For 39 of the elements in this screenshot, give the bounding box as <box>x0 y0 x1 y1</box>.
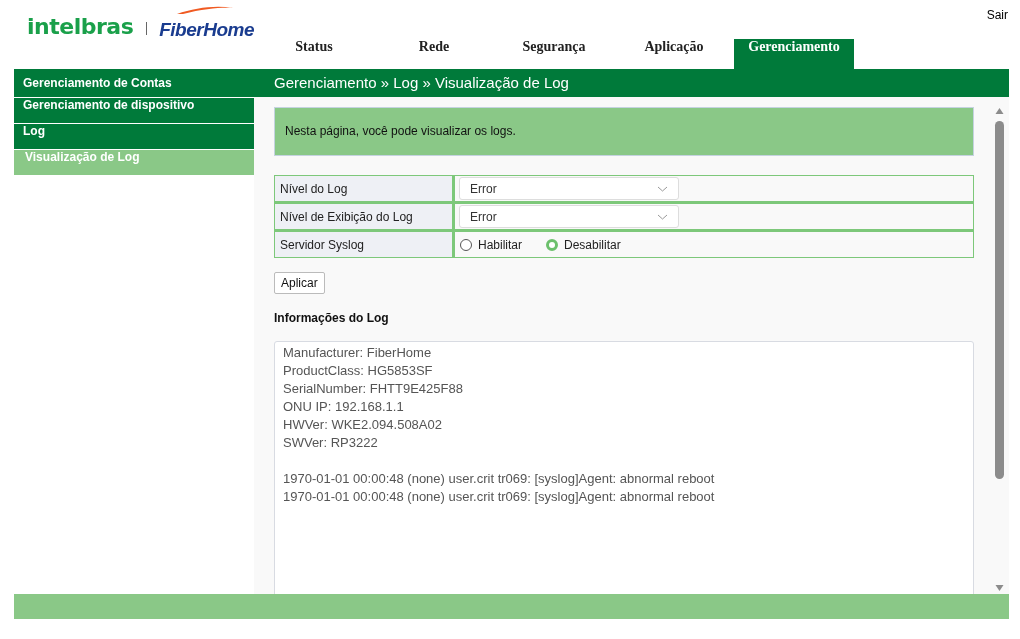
sidebar-item[interactable]: Log <box>14 123 254 149</box>
dropdown-select[interactable]: Error <box>459 177 679 200</box>
section-title: Informações do Log <box>274 311 390 325</box>
sidebar-item[interactable]: Gerenciamento de dispositivo <box>14 97 254 123</box>
apply-button[interactable]: Aplicar <box>274 272 325 294</box>
field-label: Nível do Log <box>274 175 454 202</box>
scroll-down-icon <box>995 584 1004 592</box>
sidebar-item[interactable]: Gerenciamento de Contas <box>14 69 254 97</box>
nav-tab[interactable]: Gerenciamento <box>734 39 854 69</box>
nav-tab[interactable]: Aplicação <box>614 39 734 69</box>
info-banner: Nesta página, você pode visualizar os logs. <box>274 107 974 156</box>
log-line: ONU IP: 192.168.1.1 <box>283 398 405 416</box>
log-line: 1970-01-01 00:00:48 (none) user.crit tr069: [syslog]Agent: abnormal reboot <box>283 488 716 506</box>
log-line: ProductClass: HG5853SF <box>283 362 434 380</box>
chevron-down-icon <box>657 185 668 192</box>
radio-label: Habilitar <box>478 237 522 252</box>
nav-tab[interactable]: Segurança <box>494 39 614 69</box>
radio-button[interactable] <box>546 238 558 251</box>
log-line: Manufacturer: FiberHome <box>283 344 433 362</box>
log-line: HWVer: WKE2.094.508A02 <box>283 416 443 434</box>
chevron-down-icon <box>657 213 668 220</box>
field-label: Nível de Exibição do Log <box>274 202 454 230</box>
dropdown-select[interactable]: Error <box>459 205 679 228</box>
log-line: SerialNumber: FHTT9E425F88 <box>283 380 464 398</box>
radio-label: Desabilitar <box>564 237 621 252</box>
log-line: 1970-01-01 00:00:48 (none) user.crit tr069: [syslog]Agent: abnormal reboot <box>283 470 716 488</box>
scroll-up-icon <box>995 107 1004 115</box>
logo-divider <box>146 22 148 35</box>
nav-tab[interactable]: Rede <box>374 39 494 69</box>
nav-tab[interactable]: Status <box>254 39 374 69</box>
logout-link[interactable]: Sair <box>986 8 1008 22</box>
scrollbar[interactable] <box>994 107 1005 594</box>
field-label: Servidor Syslog <box>274 230 454 258</box>
scrollbar-thumb[interactable] <box>995 121 1004 479</box>
breadcrumb-bar: Gerenciamento » Log » Visualização de Log <box>254 69 1009 97</box>
partner-logo-text: FiberHome <box>159 20 254 39</box>
radio-button[interactable] <box>460 238 472 251</box>
brand-logo-text: intelbras <box>27 14 134 40</box>
log-line: SWVer: RP3222 <box>283 434 379 452</box>
